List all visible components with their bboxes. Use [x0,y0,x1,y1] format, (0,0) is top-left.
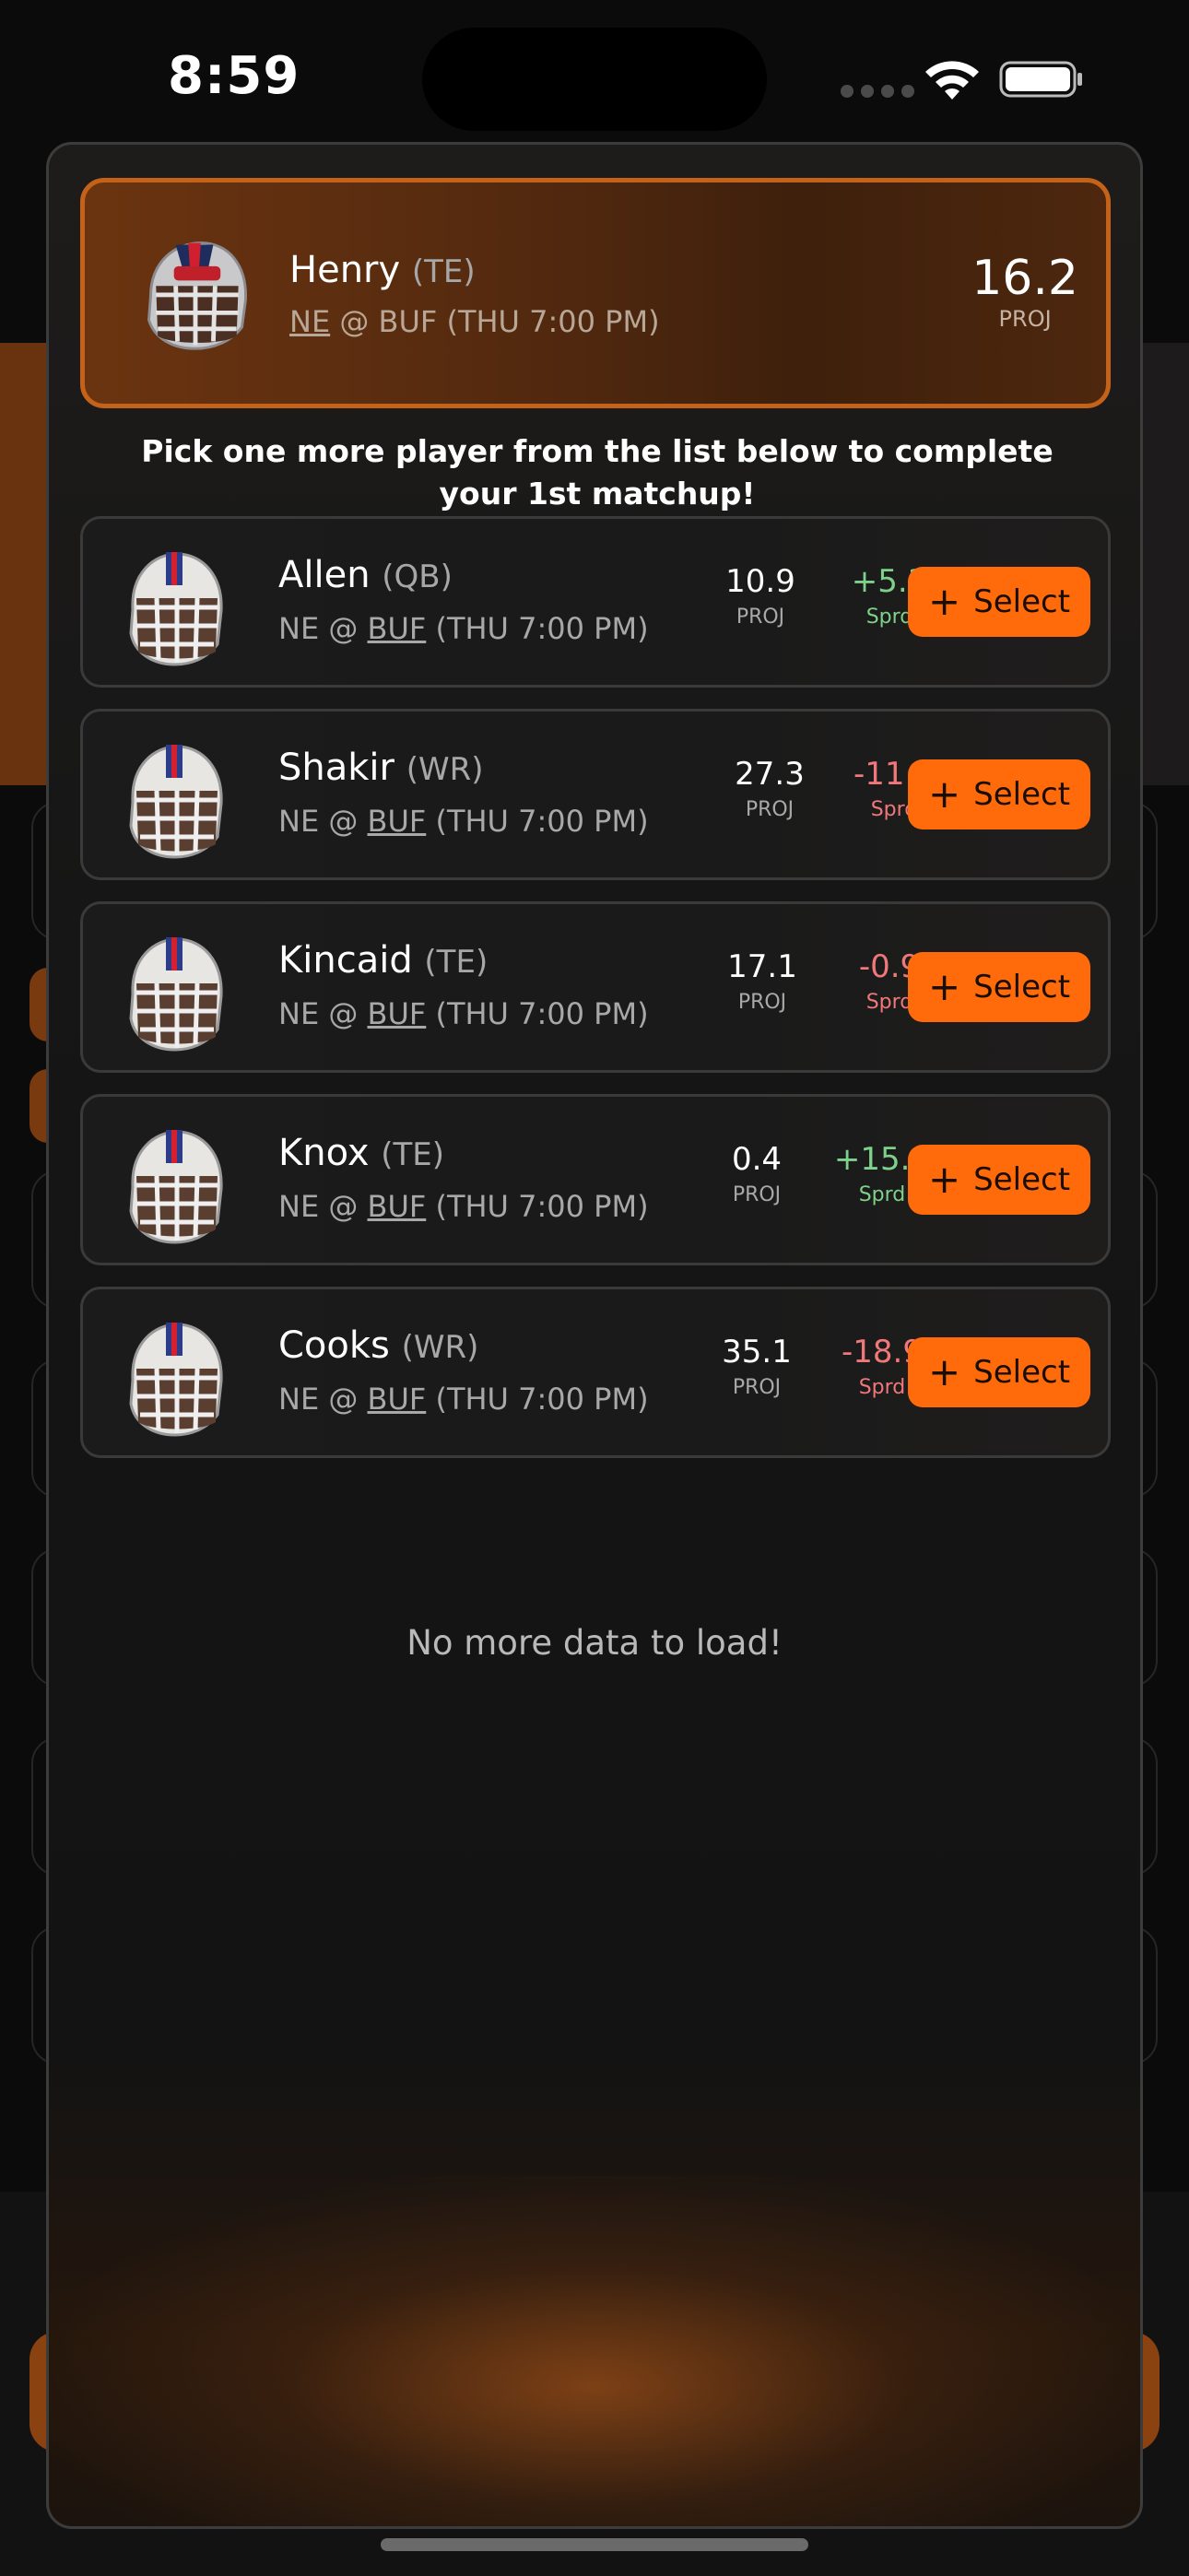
player-team: BUF [367,996,427,1031]
player-name-text: Allen [278,554,371,596]
player-row-shakir[interactable]: Shakir (WR) NE @ BUF (THU 7:00 PM) 27.3 PRO… [80,709,1111,880]
player-game-time: (THU 7:00 PM) [435,804,649,839]
select-button-label: Select [973,1354,1071,1391]
player-row-allen[interactable]: Allen (QB) NE @ BUF (THU 7:00 PM) 10.9 PROJ… [80,516,1111,688]
select-player-button[interactable]: + Select [908,567,1090,637]
player-game: NE @ BUF (THU 7:00 PM) [278,1189,649,1224]
select-player-button[interactable]: + Select [908,759,1090,829]
player-name-text: Shakir [278,747,394,789]
selected-player-game-info: @ BUF (THU 7:00 PM) [339,304,660,339]
selected-player-name: Henry (TE) [289,249,476,291]
wifi-icon [925,61,979,100]
selected-player-team: NE [289,304,331,339]
select-player-button[interactable]: + Select [908,1145,1090,1215]
player-game-away: NE @ [278,611,359,646]
player-team: BUF [367,611,427,646]
selected-player-game: NE @ BUF (THU 7:00 PM) [289,304,660,339]
player-game-away: NE @ [278,804,359,839]
player-game-away: NE @ [278,1189,359,1224]
player-game-time: (THU 7:00 PM) [435,1382,649,1417]
select-button-label: Select [973,776,1071,813]
player-projection: 17.1 PROJ [721,948,804,1014]
player-game: NE @ BUF (THU 7:00 PM) [278,996,649,1031]
player-name: Allen (QB) [278,554,453,596]
select-button-label: Select [973,969,1071,1006]
player-row-cooks[interactable]: Cooks (WR) NE @ BUF (THU 7:00 PM) 35.1 PROJ… [80,1287,1111,1458]
player-row-kincaid[interactable]: Kincaid (TE) NE @ BUF (THU 7:00 PM) 17.1 PR… [80,901,1111,1073]
player-game-time: (THU 7:00 PM) [435,611,649,646]
player-proj-label: PROJ [737,991,787,1014]
helmet-icon [118,928,234,1052]
helmet-icon [118,543,234,666]
plus-icon: + [927,1349,961,1394]
player-position: (TE) [381,1136,444,1173]
instruction-text: Pick one more player from the list below… [141,433,1054,512]
player-proj-value: 17.1 [727,948,797,985]
player-proj-value: 0.4 [731,1141,783,1178]
home-indicator[interactable] [381,2538,808,2551]
player-team: BUF [367,1382,427,1417]
select-button-label: Select [973,583,1071,620]
player-row-knox[interactable]: Knox (TE) NE @ BUF (THU 7:00 PM) 0.4 PROJ +1… [80,1094,1111,1265]
player-name-text: Cooks [278,1324,390,1367]
player-projection: 10.9 PROJ [719,563,802,629]
status-bar: 8:59 [0,0,1189,147]
select-player-button[interactable]: + Select [908,1337,1090,1407]
player-name-text: Kincaid [278,939,413,982]
player-picker-modal: Henry (TE) NE @ BUF (THU 7:00 PM) 16.2 P… [46,142,1143,2529]
status-time: 8:59 [168,46,300,106]
battery-icon [999,61,1082,98]
select-player-button[interactable]: + Select [908,952,1090,1022]
selected-player-projection: 16.2 PROJ [971,251,1078,332]
player-game-time: (THU 7:00 PM) [435,1189,649,1224]
player-team: BUF [367,804,427,839]
player-proj-value: 35.1 [722,1334,792,1370]
screen: 8:59 Henry (TE) NE @ BUF (THU 7:00 PM) 1… [0,0,1189,2576]
selected-player-proj-label: PROJ [998,306,1052,332]
plus-icon: + [927,579,961,624]
player-projection: 35.1 PROJ [715,1334,798,1399]
plus-icon: + [927,771,961,817]
helmet-icon [118,1121,234,1244]
player-name: Cooks (WR) [278,1324,478,1367]
helmet-icon [118,1313,234,1437]
modal-glow [49,2176,1140,2526]
player-name: Shakir (WR) [278,747,483,789]
selected-player-proj-value: 16.2 [971,251,1078,306]
player-name: Kincaid (TE) [278,939,488,982]
player-proj-label: PROJ [736,606,785,629]
player-game: NE @ BUF (THU 7:00 PM) [278,1382,649,1417]
player-projection: 0.4 PROJ [715,1141,798,1206]
player-game-time: (THU 7:00 PM) [435,996,649,1031]
player-game-away: NE @ [278,1382,359,1417]
player-game: NE @ BUF (THU 7:00 PM) [278,804,649,839]
player-game-away: NE @ [278,996,359,1031]
select-button-label: Select [973,1161,1071,1198]
player-position: (WR) [401,1329,479,1366]
player-position: (WR) [406,751,484,788]
player-name: Knox (TE) [278,1132,444,1174]
dynamic-island [422,28,767,131]
helmet-icon [147,241,247,350]
player-proj-label: PROJ [732,1376,782,1399]
selected-player-name-text: Henry [289,249,401,291]
plus-icon: + [927,964,961,1009]
selected-player-position: (TE) [411,253,476,290]
helmet-icon [118,735,234,859]
player-position: (QB) [382,559,453,595]
player-team: BUF [367,1189,427,1224]
player-game: NE @ BUF (THU 7:00 PM) [278,611,649,646]
player-position: (TE) [424,944,489,981]
player-projection: 27.3 PROJ [728,756,811,821]
player-proj-value: 10.9 [725,563,795,600]
cellular-signal-icon [841,85,914,98]
player-name-text: Knox [278,1132,370,1174]
player-proj-label: PROJ [732,1183,782,1206]
plus-icon: + [927,1157,961,1202]
selected-player-card[interactable]: Henry (TE) NE @ BUF (THU 7:00 PM) 16.2 P… [80,178,1111,408]
end-of-list-text: No more data to load! [406,1623,783,1663]
player-proj-value: 27.3 [735,756,805,793]
player-proj-label: PROJ [745,798,795,821]
